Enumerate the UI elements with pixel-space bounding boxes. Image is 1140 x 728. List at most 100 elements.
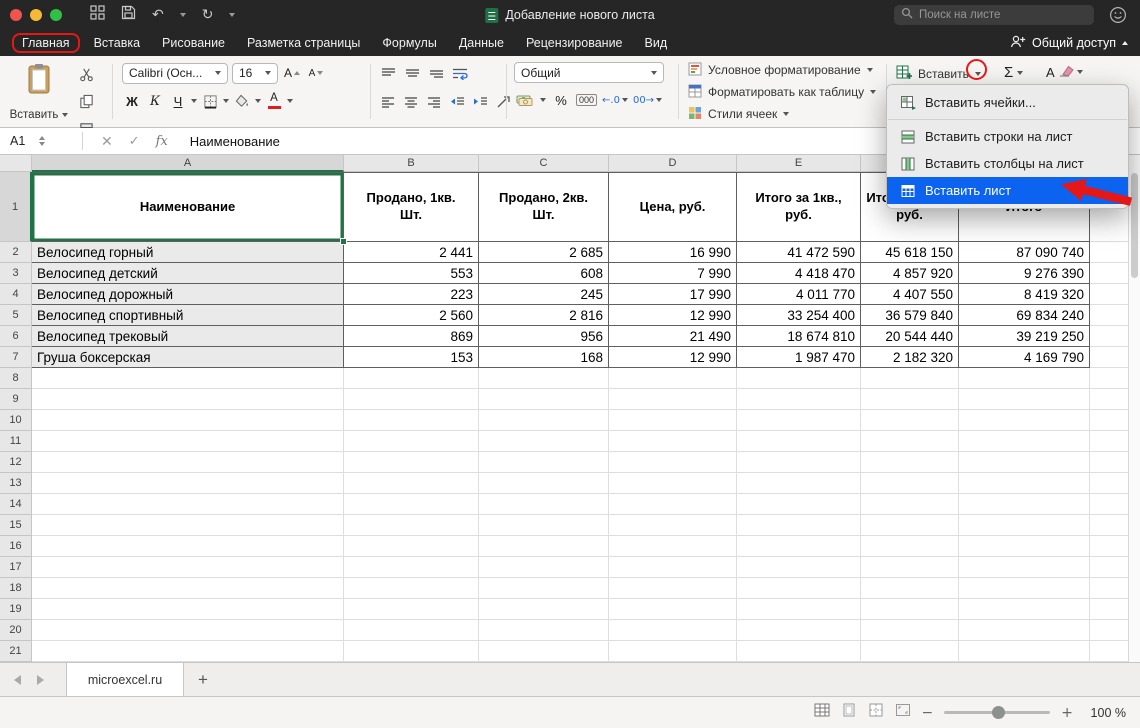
number-format-select[interactable]: Общий [514, 62, 664, 83]
cell-G15[interactable] [959, 515, 1090, 536]
cell-styles-button[interactable]: Стили ячеек [688, 103, 876, 125]
borders-dropdown-icon[interactable] [223, 99, 229, 103]
tab-formulas[interactable]: Формулы [371, 33, 447, 53]
cell-E11[interactable] [737, 431, 861, 452]
next-sheet-icon[interactable] [37, 675, 44, 685]
cell-D11[interactable] [609, 431, 737, 452]
cell-B12[interactable] [344, 452, 479, 473]
cell-C19[interactable] [479, 599, 609, 620]
cell-G21[interactable] [959, 641, 1090, 662]
toolbar-overflow-icon[interactable] [229, 13, 235, 17]
cell-G10[interactable] [959, 410, 1090, 431]
cell-C20[interactable] [479, 620, 609, 641]
feedback-smiley-icon[interactable] [1108, 5, 1128, 25]
cell-A10[interactable] [32, 410, 344, 431]
cell-D20[interactable] [609, 620, 737, 641]
row-header-8[interactable]: 8 [0, 368, 32, 389]
cell-C15[interactable] [479, 515, 609, 536]
cell-E2[interactable]: 41 472 590 [737, 242, 861, 263]
cell-C4[interactable]: 245 [479, 284, 609, 305]
cell-G14[interactable] [959, 494, 1090, 515]
cell-A14[interactable] [32, 494, 344, 515]
cell-E15[interactable] [737, 515, 861, 536]
cell-A1[interactable]: Наименование [32, 172, 344, 242]
undo-dropdown-icon[interactable] [180, 13, 186, 17]
normal-view-icon[interactable] [814, 703, 830, 722]
cell-G13[interactable] [959, 473, 1090, 494]
row-header-21[interactable]: 21 [0, 641, 32, 662]
zoom-slider[interactable] [944, 711, 1050, 714]
cell-C6[interactable]: 956 [479, 326, 609, 347]
cell-C1[interactable]: Продано, 2кв. Шт. [479, 172, 609, 242]
cell-C12[interactable] [479, 452, 609, 473]
row-header-3[interactable]: 3 [0, 263, 32, 284]
font-color-button[interactable]: А [264, 90, 284, 112]
tab-draw[interactable]: Рисование [151, 33, 236, 53]
prev-sheet-icon[interactable] [14, 675, 21, 685]
align-center-icon[interactable] [401, 91, 421, 113]
align-bottom-icon[interactable] [426, 62, 446, 84]
formula-input[interactable]: Наименование [190, 134, 280, 149]
cell-B14[interactable] [344, 494, 479, 515]
tab-view[interactable]: Вид [634, 33, 679, 53]
cell-B17[interactable] [344, 557, 479, 578]
cell-C17[interactable] [479, 557, 609, 578]
name-box[interactable]: A1 [0, 128, 72, 154]
menu-item-insert-cells[interactable]: Вставить ячейки... [887, 89, 1128, 116]
cell-G18[interactable] [959, 578, 1090, 599]
cell-G17[interactable] [959, 557, 1090, 578]
cell-F11[interactable] [861, 431, 959, 452]
row-header-5[interactable]: 5 [0, 305, 32, 326]
cell-G3[interactable]: 9 276 390 [959, 263, 1090, 284]
row-header-7[interactable]: 7 [0, 347, 32, 368]
fill-color-dropdown-icon[interactable] [255, 99, 261, 103]
cell-A19[interactable] [32, 599, 344, 620]
cell-D14[interactable] [609, 494, 737, 515]
cell-C7[interactable]: 168 [479, 347, 609, 368]
cell-A18[interactable] [32, 578, 344, 599]
cell-A2[interactable]: Велосипед горный [32, 242, 344, 263]
align-left-icon[interactable] [378, 91, 398, 113]
zoom-in-button[interactable]: + [1061, 705, 1073, 721]
cell-D19[interactable] [609, 599, 737, 620]
cell-F16[interactable] [861, 536, 959, 557]
tab-page-layout[interactable]: Разметка страницы [236, 33, 371, 53]
page-layout-view-icon[interactable] [841, 703, 857, 722]
cell-F17[interactable] [861, 557, 959, 578]
cell-G12[interactable] [959, 452, 1090, 473]
cell-E13[interactable] [737, 473, 861, 494]
orientation-button[interactable] [493, 91, 513, 113]
clear-dropdown-icon[interactable] [1077, 70, 1083, 74]
increase-indent-button[interactable] [470, 91, 490, 113]
conditional-formatting-button[interactable]: Условное форматирование [688, 59, 876, 81]
zoom-out-button[interactable]: − [922, 705, 934, 721]
copy-button[interactable] [76, 90, 96, 112]
cell-B9[interactable] [344, 389, 479, 410]
column-header-A[interactable]: A [32, 155, 344, 172]
cell-E14[interactable] [737, 494, 861, 515]
cell-D18[interactable] [609, 578, 737, 599]
clear-button[interactable]: А [1046, 64, 1083, 80]
paste-button[interactable]: Вставить [10, 61, 68, 123]
cell-D17[interactable] [609, 557, 737, 578]
increase-decimal-button[interactable]: ←.0 [602, 95, 628, 106]
cell-C5[interactable]: 2 816 [479, 305, 609, 326]
cell-F7[interactable]: 2 182 320 [861, 347, 959, 368]
row-header-17[interactable]: 17 [0, 557, 32, 578]
cell-E17[interactable] [737, 557, 861, 578]
cell-B6[interactable]: 869 [344, 326, 479, 347]
cell-G2[interactable]: 87 090 740 [959, 242, 1090, 263]
cell-G4[interactable]: 8 419 320 [959, 284, 1090, 305]
decrease-decimal-button[interactable]: 00→ [633, 95, 662, 106]
cell-A12[interactable] [32, 452, 344, 473]
paste-dropdown-icon[interactable] [62, 113, 68, 117]
zoom-level[interactable]: 100 % [1084, 706, 1126, 720]
row-header-6[interactable]: 6 [0, 326, 32, 347]
cell-E4[interactable]: 4 011 770 [737, 284, 861, 305]
row-header-10[interactable]: 10 [0, 410, 32, 431]
cell-A17[interactable] [32, 557, 344, 578]
cell-A21[interactable] [32, 641, 344, 662]
cell-A3[interactable]: Велосипед детский [32, 263, 344, 284]
cell-E9[interactable] [737, 389, 861, 410]
cell-G20[interactable] [959, 620, 1090, 641]
